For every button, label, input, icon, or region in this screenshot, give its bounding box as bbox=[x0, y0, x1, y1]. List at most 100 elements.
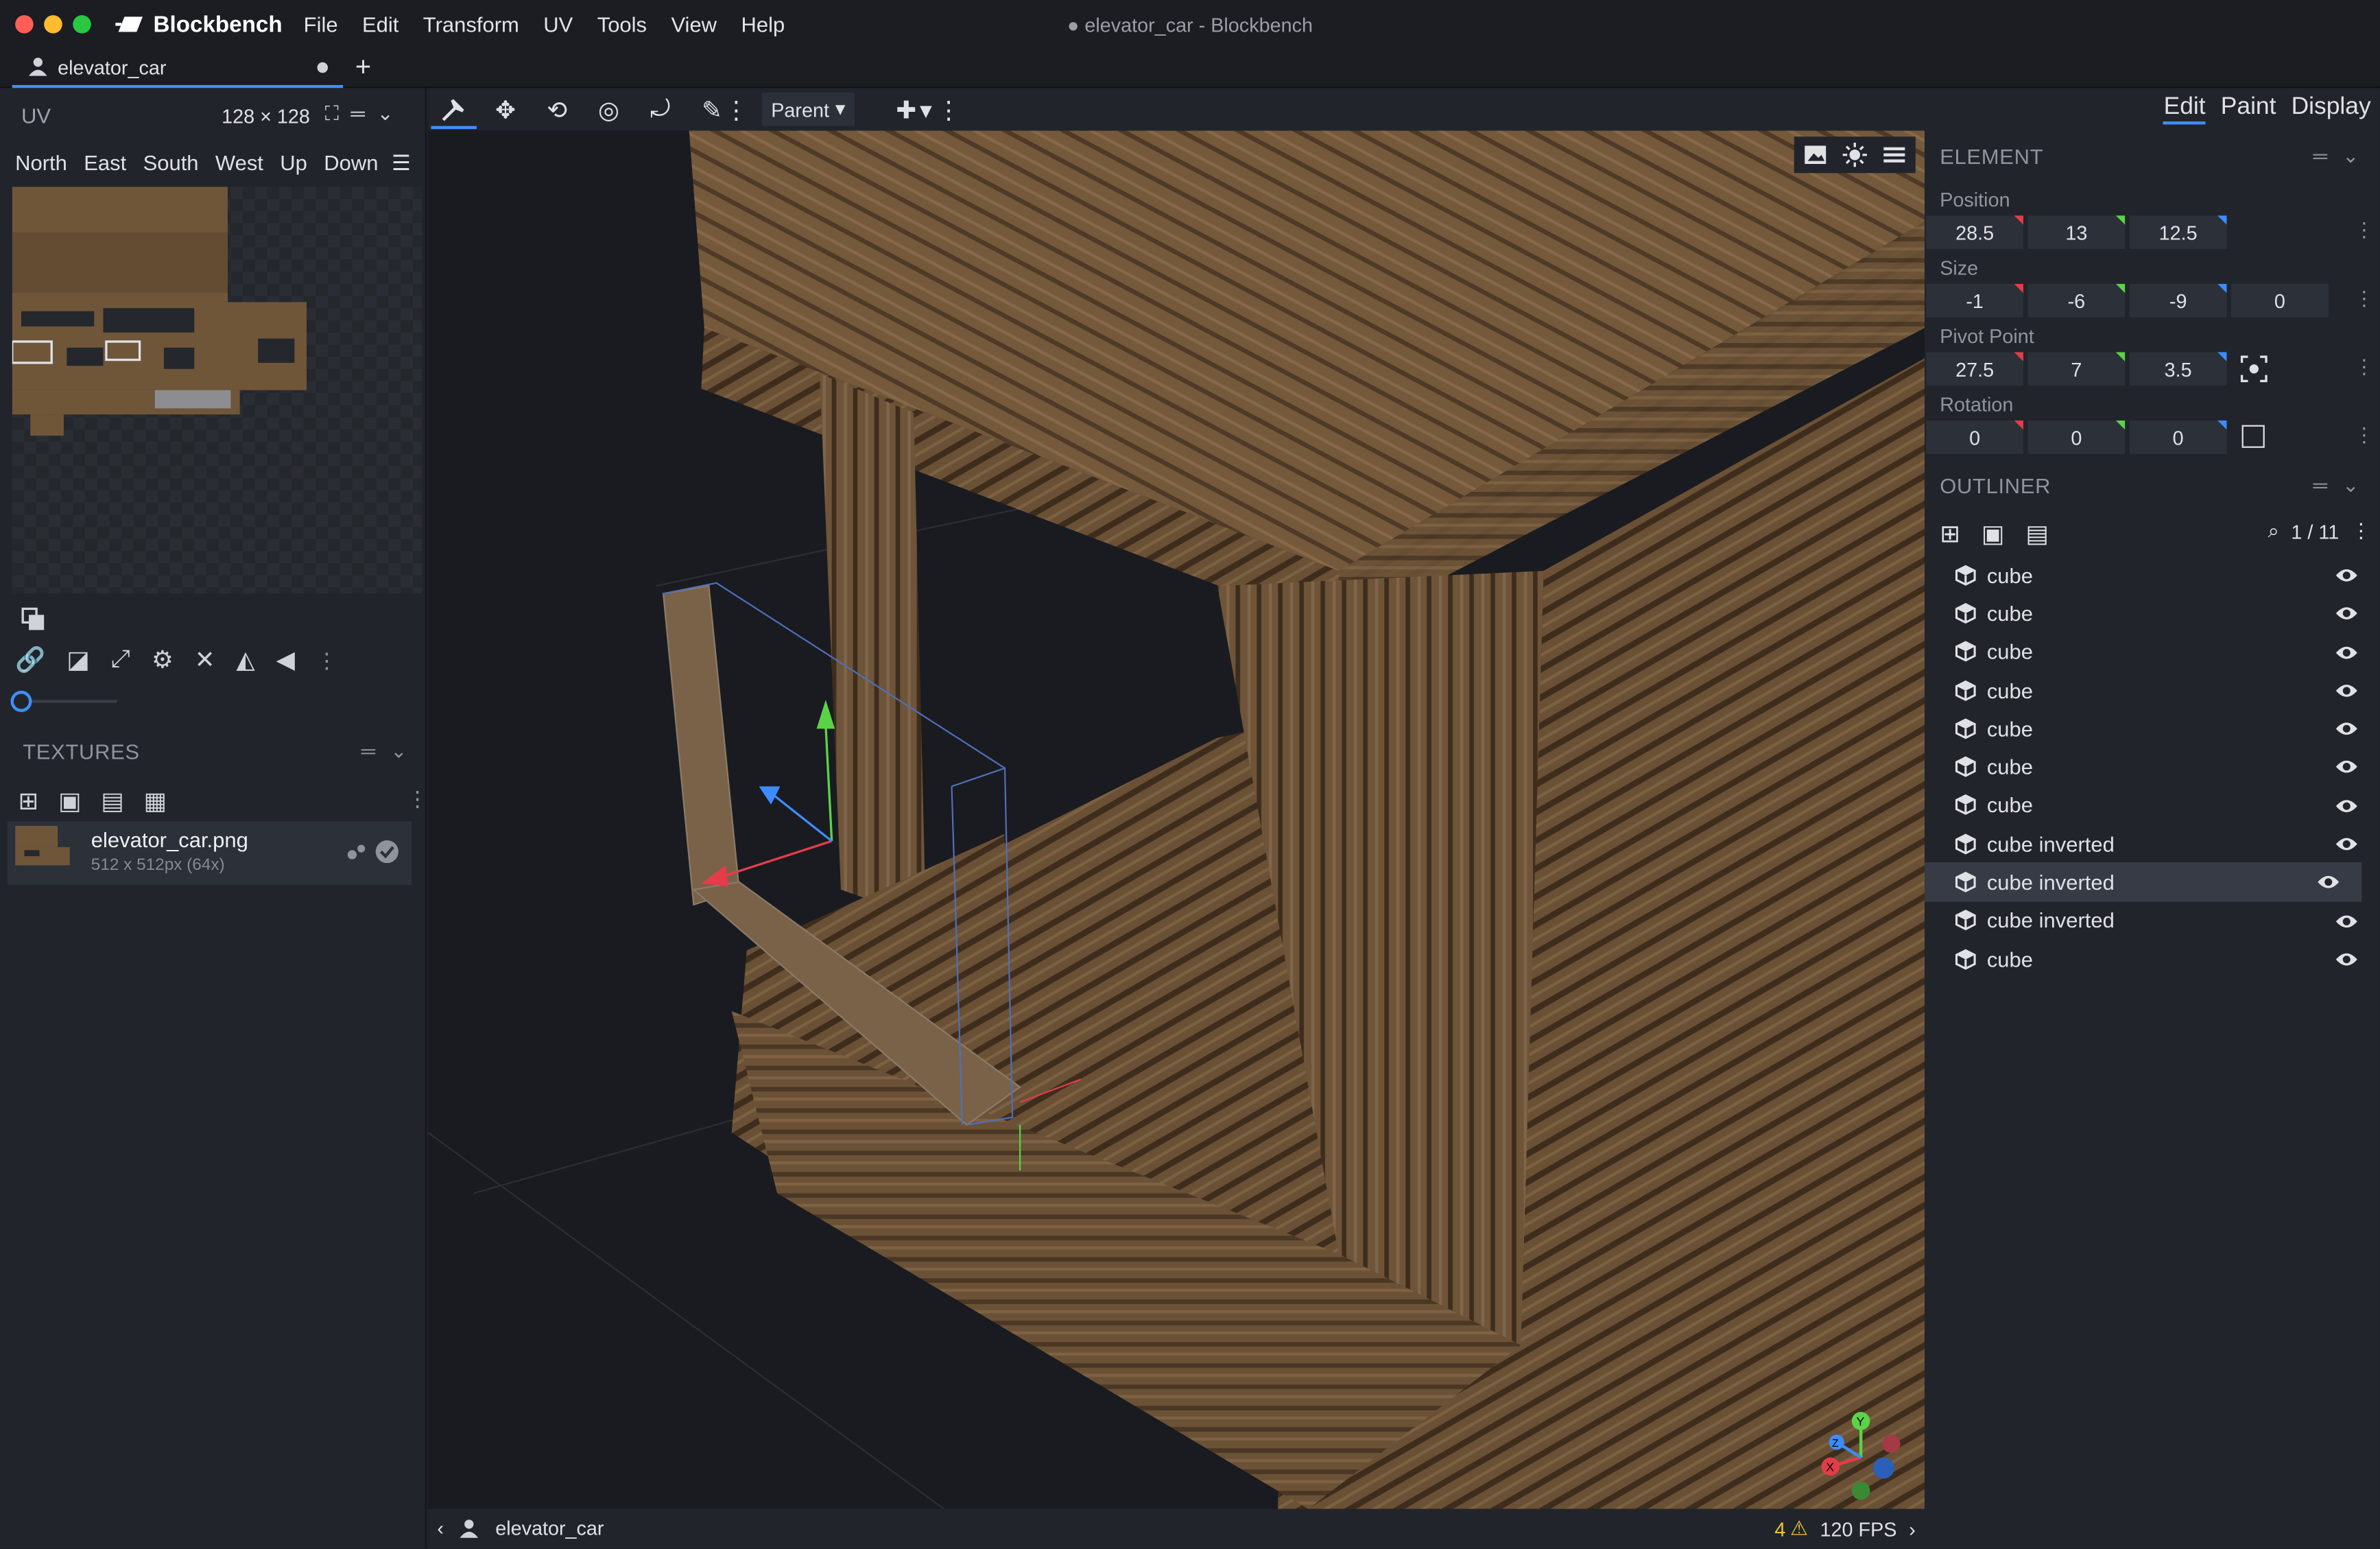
rotate-tool-button[interactable]: ⟲ bbox=[534, 93, 580, 129]
outliner-item[interactable]: cube bbox=[1925, 709, 2380, 748]
fullscreen-icon[interactable]: ⛶ bbox=[325, 102, 339, 126]
panel-collapse-icon[interactable]: ═ bbox=[2313, 144, 2327, 168]
particle-icon[interactable] bbox=[344, 840, 368, 864]
outliner-item[interactable]: cube inverted bbox=[1925, 901, 2380, 940]
chevron-down-icon[interactable]: ⌄ bbox=[377, 102, 394, 126]
texture-item[interactable]: elevator_car.png 512 x 512px (64x) bbox=[8, 821, 412, 886]
menu-edit[interactable]: Edit bbox=[362, 12, 398, 36]
panel-collapse-icon[interactable]: ═ bbox=[2313, 473, 2327, 497]
new-tab-button[interactable]: + bbox=[355, 51, 371, 83]
face-tab-south[interactable]: South bbox=[143, 150, 199, 174]
visibility-eye-icon[interactable] bbox=[2335, 641, 2359, 665]
chevron-right-icon[interactable]: › bbox=[1909, 1517, 1916, 1540]
menu-help[interactable]: Help bbox=[741, 12, 785, 36]
toolbar-more-button[interactable]: ⋮ bbox=[724, 93, 748, 129]
visibility-eye-icon[interactable] bbox=[2335, 603, 2359, 627]
face-tab-west[interactable]: West bbox=[215, 150, 263, 174]
copy-uv-button[interactable] bbox=[21, 607, 45, 639]
face-checklist-icon[interactable]: ☰ bbox=[392, 150, 411, 176]
link-icon[interactable]: 🔗 bbox=[15, 646, 45, 676]
chevron-down-icon[interactable]: ⌄ bbox=[2342, 144, 2359, 168]
maximize-window-button[interactable] bbox=[73, 15, 91, 34]
pivot-z-input[interactable]: 3.5 bbox=[2129, 352, 2227, 386]
more-options-icon[interactable]: ⋮ bbox=[2354, 287, 2374, 311]
position-y-input[interactable]: 13 bbox=[2027, 215, 2126, 249]
outliner-item[interactable]: cube bbox=[1925, 556, 2380, 594]
chevron-down-icon[interactable]: ⌄ bbox=[2342, 473, 2359, 497]
add-group-icon[interactable]: ▣ bbox=[1982, 519, 2004, 549]
rotation-z-input[interactable]: 0 bbox=[2129, 421, 2227, 454]
more-options-icon[interactable]: ⋮ bbox=[2354, 355, 2374, 379]
menu-transform[interactable]: Transform bbox=[423, 12, 519, 36]
warnings-indicator[interactable]: 4 ⚠ bbox=[1774, 1517, 1807, 1541]
visibility-eye-icon[interactable] bbox=[2335, 833, 2359, 858]
translate-tool-button[interactable]: ✥ bbox=[483, 93, 528, 129]
axis-gizmo[interactable]: Y X Z bbox=[1816, 1409, 1907, 1503]
mode-tab-display[interactable]: Display bbox=[2292, 94, 2371, 124]
transform-space-dropdown[interactable]: ▾ bbox=[914, 93, 938, 129]
visibility-eye-icon[interactable] bbox=[2335, 680, 2359, 704]
menu-tools[interactable]: Tools bbox=[597, 12, 647, 36]
sun-icon[interactable] bbox=[1842, 143, 1867, 167]
texture-gallery-icon[interactable]: ▤ bbox=[101, 786, 123, 816]
face-tab-north[interactable]: North bbox=[15, 150, 67, 174]
more-options-icon[interactable]: ⋮ bbox=[316, 648, 337, 674]
auto-uv-icon[interactable]: ⚙ bbox=[152, 646, 174, 676]
face-tab-up[interactable]: Up bbox=[280, 150, 307, 174]
menu-file[interactable]: File bbox=[304, 12, 338, 36]
paint-bucket-icon[interactable]: ◪ bbox=[67, 646, 89, 676]
center-pivot-button[interactable] bbox=[2240, 355, 2268, 390]
check-circle-icon[interactable] bbox=[375, 840, 399, 864]
visibility-eye-icon[interactable] bbox=[2316, 872, 2340, 896]
position-x-input[interactable]: 28.5 bbox=[1926, 215, 2023, 249]
outliner-item[interactable]: cube bbox=[1925, 632, 2380, 671]
rotation-y-input[interactable]: 0 bbox=[2027, 421, 2126, 454]
chevron-left-icon[interactable]: ‹ bbox=[437, 1517, 444, 1539]
texture-grid-icon[interactable]: ▦ bbox=[143, 786, 166, 816]
mode-tab-paint[interactable]: Paint bbox=[2221, 94, 2276, 124]
search-icon[interactable]: ⌕ bbox=[2268, 519, 2279, 543]
more-options-icon[interactable]: ⋮ bbox=[2351, 519, 2371, 543]
rotate-uv-icon[interactable]: ◀ bbox=[276, 646, 295, 676]
create-texture-icon[interactable]: ▣ bbox=[58, 786, 81, 816]
visibility-eye-icon[interactable] bbox=[2335, 910, 2359, 934]
pivot-x-input[interactable]: 27.5 bbox=[1926, 352, 2023, 386]
minimize-window-button[interactable] bbox=[44, 15, 62, 34]
panel-collapse-icon[interactable]: ═ bbox=[361, 740, 375, 764]
rotation-x-input[interactable]: 0 bbox=[1926, 421, 2023, 454]
close-window-button[interactable] bbox=[15, 15, 34, 34]
size-y-input[interactable]: -6 bbox=[2027, 283, 2126, 318]
outliner-item[interactable]: cube bbox=[1925, 786, 2380, 825]
image-icon[interactable] bbox=[1803, 143, 1827, 167]
move-tool-button[interactable] bbox=[431, 93, 477, 130]
more-options-icon[interactable]: ⋮ bbox=[407, 786, 428, 812]
position-z-input[interactable]: 12.5 bbox=[2129, 215, 2227, 249]
outliner-item[interactable]: cube bbox=[1925, 671, 2380, 709]
toolbar-more-button-2[interactable]: ⋮ bbox=[936, 93, 960, 129]
import-texture-icon[interactable]: ⊞ bbox=[19, 786, 39, 816]
rotation-lock-checkbox[interactable] bbox=[2241, 425, 2265, 448]
add-cube-icon[interactable]: ⊞ bbox=[1940, 519, 1960, 549]
face-tab-east[interactable]: East bbox=[84, 150, 126, 174]
visibility-eye-icon[interactable] bbox=[2335, 565, 2359, 589]
size-z-input[interactable]: -9 bbox=[2129, 283, 2227, 318]
maximize-uv-icon[interactable]: ⤢ bbox=[111, 647, 130, 674]
more-options-icon[interactable]: ⋮ bbox=[2354, 423, 2374, 447]
size-x-input[interactable]: -1 bbox=[1926, 283, 2023, 318]
outliner-item[interactable]: cube bbox=[1925, 594, 2380, 632]
uv-size[interactable]: 128 × 128 bbox=[222, 105, 310, 128]
pivot-tool-button[interactable]: ◎ bbox=[586, 93, 631, 129]
uv-rotation-slider[interactable] bbox=[10, 690, 119, 712]
mirror-uv-icon[interactable]: ◭ bbox=[236, 646, 254, 676]
outliner-item[interactable]: cube bbox=[1925, 748, 2380, 786]
mode-tab-edit[interactable]: Edit bbox=[2163, 94, 2206, 125]
more-options-icon[interactable]: ⋮ bbox=[2354, 219, 2374, 243]
tab-elevator-car[interactable]: elevator_car bbox=[12, 48, 344, 88]
collapse-all-icon[interactable]: ▤ bbox=[2025, 519, 2048, 549]
panel-collapse-icon[interactable]: ═ bbox=[350, 102, 364, 126]
menu-icon[interactable] bbox=[1882, 143, 1906, 167]
menu-uv[interactable]: UV bbox=[543, 12, 573, 36]
face-tab-down[interactable]: Down bbox=[324, 150, 378, 174]
clear-uv-icon[interactable]: ✕ bbox=[195, 646, 215, 676]
vertex-snap-button[interactable]: ⤾ bbox=[637, 93, 682, 129]
